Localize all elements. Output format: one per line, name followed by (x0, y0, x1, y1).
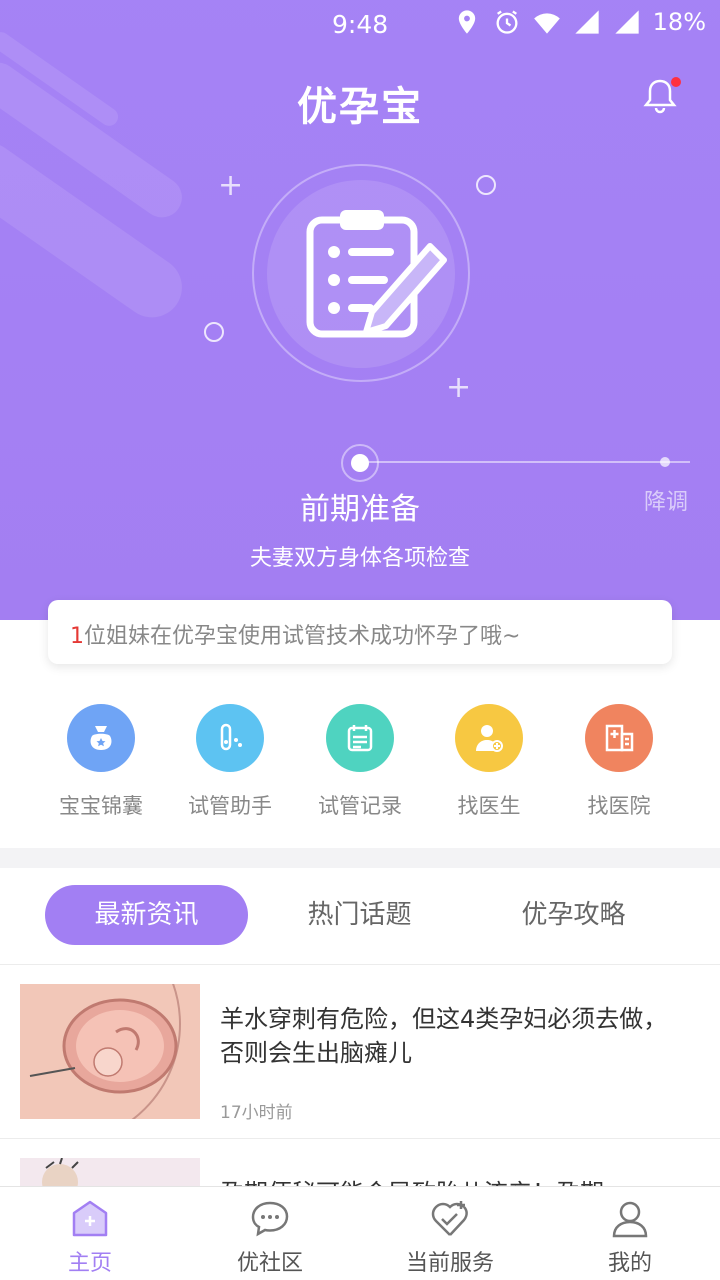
money-bag-icon (67, 704, 135, 772)
quick-link-label: 试管助手 (188, 794, 272, 818)
quick-link-ivf-record[interactable]: 试管记录 (295, 704, 425, 820)
bottom-nav: 主页 优社区 当前服务 我的 (0, 1186, 720, 1280)
phase-title: 前期准备 (300, 492, 420, 527)
circle-deco-icon (204, 322, 224, 342)
notice-text: 位姐妹在优孕宝使用试管技术成功怀孕了哦~ (84, 624, 521, 649)
list-item[interactable]: 孕期便秘可能会导致胎儿流产！孕期 (0, 1158, 720, 1186)
quick-links: 宝宝锦囊 试管助手 试管记录 找医生 找医院 (0, 704, 720, 824)
wifi-icon (533, 13, 560, 34)
doctor-icon (455, 704, 523, 772)
quick-link-label: 试管记录 (318, 794, 402, 818)
nav-profile[interactable]: 我的 (540, 1187, 720, 1280)
notice-count: 1 (70, 624, 84, 649)
quick-link-find-doctor[interactable]: 找医生 (424, 704, 554, 820)
nav-current-service[interactable]: 当前服务 (360, 1187, 540, 1280)
nav-community[interactable]: 优社区 (180, 1187, 360, 1280)
quick-link-label: 找医院 (587, 794, 651, 818)
article-time: 17小时前 (220, 1103, 293, 1123)
tab-latest-news[interactable]: 最新资讯 (45, 885, 248, 945)
alarm-icon (496, 10, 518, 34)
calendar-icon (326, 704, 394, 772)
success-notice[interactable]: 1位姐妹在优孕宝使用试管技术成功怀孕了哦~ (48, 600, 672, 664)
phase-next-marker (660, 457, 670, 467)
nav-label: 我的 (607, 1251, 652, 1276)
phase-track (360, 461, 690, 463)
plus-deco-icon: + (446, 370, 472, 405)
heart-plus-icon (431, 1201, 468, 1236)
circle-deco-icon (476, 175, 496, 195)
location-icon (458, 10, 475, 34)
nav-label: 主页 (67, 1251, 112, 1276)
user-icon (612, 1201, 648, 1238)
hospital-icon (585, 704, 653, 772)
clipboard-pen-icon (306, 210, 447, 338)
notification-dot (671, 77, 681, 87)
home-icon (72, 1200, 108, 1237)
article-thumbnail (20, 1158, 200, 1186)
nav-label: 优社区 (236, 1251, 303, 1276)
article-title: 孕期便秘可能会导致胎儿流产！孕期 (220, 1176, 690, 1186)
quick-link-label: 宝宝锦囊 (59, 794, 143, 818)
battery-percent: 18% (652, 8, 706, 36)
quick-link-label: 找医生 (457, 794, 521, 818)
nav-home[interactable]: 主页 (0, 1187, 180, 1280)
status-bar: 9:48 18% (0, 0, 720, 50)
app-title: 优孕宝 (297, 84, 423, 130)
article-title: 羊水穿刺有危险，但这4类孕妇必须去做，否则会生出脑瘫儿 (220, 1005, 668, 1067)
status-time: 9:48 (332, 10, 389, 39)
nav-label: 当前服务 (405, 1251, 494, 1276)
phase-next-label[interactable]: 降调 (644, 484, 688, 516)
article-thumbnail (20, 984, 200, 1119)
quick-link-ivf-assistant[interactable]: 试管助手 (165, 704, 295, 820)
test-tube-icon (196, 704, 264, 772)
quick-link-baby-tips[interactable]: 宝宝锦囊 (36, 704, 166, 820)
quick-link-find-hospital[interactable]: 找医院 (554, 704, 684, 820)
tab-hot-topics[interactable]: 热门话题 (258, 885, 461, 945)
tab-pregnancy-guide[interactable]: 优孕攻略 (472, 885, 675, 945)
signal-icon (574, 10, 599, 34)
plus-deco-icon: + (218, 168, 244, 203)
divider (0, 964, 720, 965)
chat-icon (251, 1201, 289, 1237)
divider (0, 1138, 720, 1139)
phase-current-marker[interactable] (341, 444, 379, 482)
lte-signal-icon (614, 10, 639, 34)
phase-subtitle: 夫妻双方身体各项检查 (249, 546, 470, 571)
